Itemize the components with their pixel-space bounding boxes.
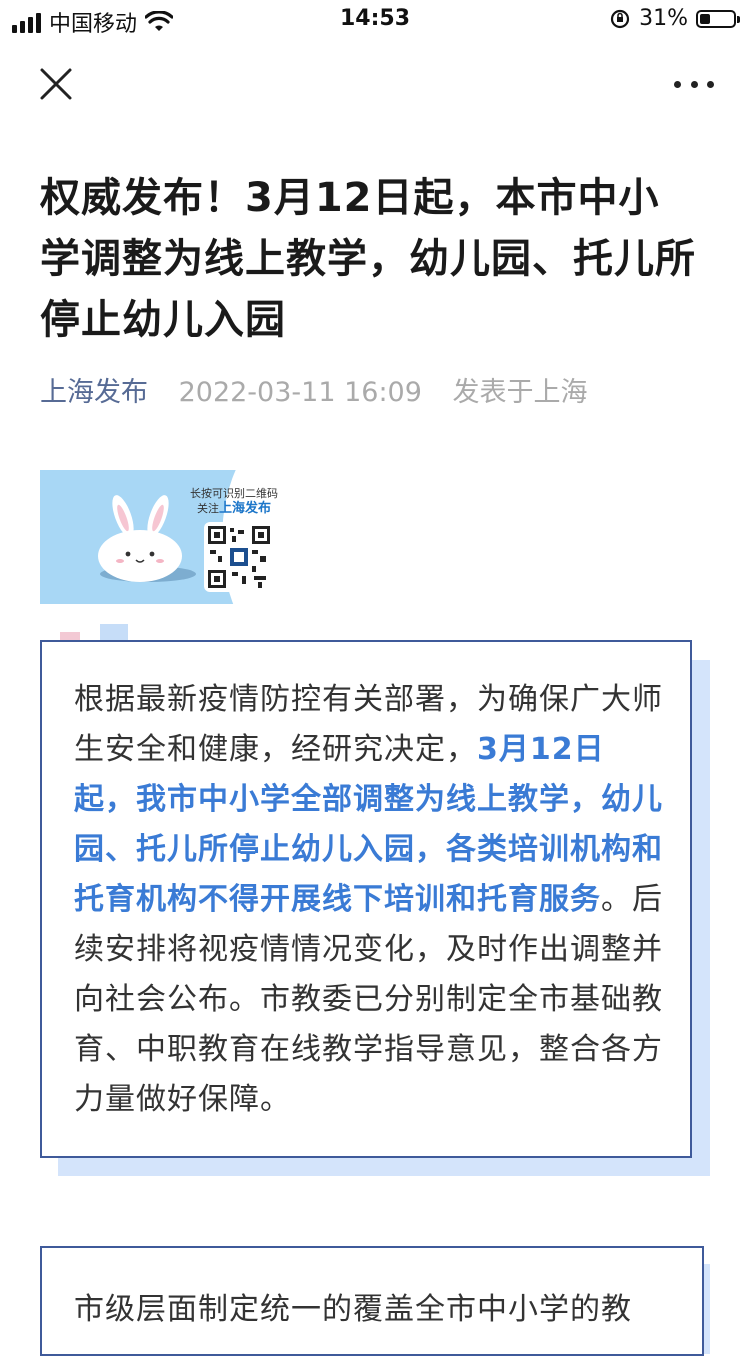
- author-link[interactable]: 上海发布: [40, 377, 148, 408]
- close-button[interactable]: [38, 66, 74, 102]
- follow-banner[interactable]: 长按可识别二维码 关注上海发布: [40, 470, 282, 604]
- banner-caption-line1: 长按可识别二维码: [190, 487, 278, 500]
- article-meta: 上海发布 2022-03-11 16:09 发表于上海: [40, 370, 588, 409]
- more-dot: [707, 80, 714, 88]
- bunny-mascot-icon: [98, 495, 182, 582]
- paragraph-lead: 市级层面制定统一的覆盖全市中小学的教: [74, 1292, 632, 1327]
- banner-caption: 长按可识别二维码 关注上海发布: [190, 486, 278, 516]
- banner-caption-line2: 关注上海发布: [190, 501, 278, 516]
- more-dot: [674, 80, 681, 88]
- qr-code-icon[interactable]: [204, 522, 274, 592]
- status-right: 31%: [609, 6, 740, 31]
- card-paragraph: 市级层面制定统一的覆盖全市中小学的教: [74, 1285, 694, 1335]
- publish-location: 发表于上海: [452, 377, 588, 408]
- banner-brand-text: 上海发布: [218, 501, 271, 516]
- orientation-lock-icon: [610, 9, 630, 28]
- publish-date: 2022-03-11 16:09: [178, 377, 422, 408]
- battery-fill: [700, 13, 710, 24]
- battery-percent: 31%: [639, 6, 688, 31]
- qr-pattern: [208, 526, 270, 588]
- banner-follow-text: 关注: [196, 502, 219, 515]
- close-icon: [40, 68, 72, 100]
- paragraph-tail: 。后续安排将视疫情情况变化，及时作出调整并向社会公布。市教委已分别制定全市基础教…: [74, 882, 663, 1117]
- battery-icon: [696, 9, 740, 28]
- card-paragraph: 根据最新疫情防控有关部署，为确保广大师生安全和健康，经研究决定，3月12日起，我…: [74, 675, 664, 1125]
- more-dot: [690, 80, 698, 88]
- article-title: 权威发布！3月12日起，本市中小学调整为线上教学，幼儿园、托儿所停止幼儿入园: [40, 175, 696, 343]
- status-bar: 中国移动 14:53 31%: [0, 0, 750, 40]
- more-button[interactable]: [674, 70, 714, 98]
